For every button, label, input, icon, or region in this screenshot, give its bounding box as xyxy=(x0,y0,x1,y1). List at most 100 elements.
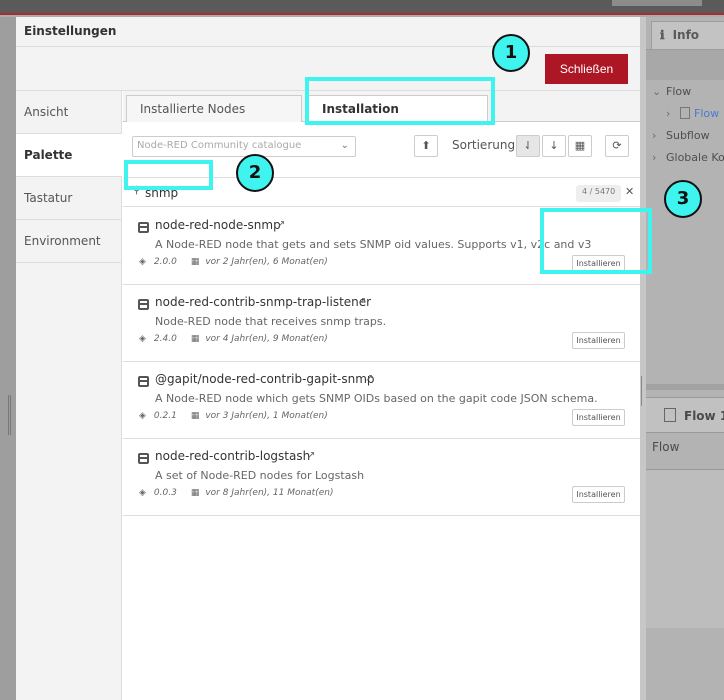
tree-item-label: Globale Ko xyxy=(666,151,724,164)
tab-info[interactable]: ℹ Info xyxy=(651,21,724,49)
chevron-right-icon: › xyxy=(652,151,657,164)
resize-handle[interactable] xyxy=(641,376,644,406)
tree-item-flow-1[interactable]: › Flow xyxy=(646,102,724,124)
tree-item-subflow[interactable]: › Subflow xyxy=(646,124,724,146)
info-sidebar: ℹ Info ⌄ Flow › Flow › Subflow › Globale Ko F… xyxy=(646,17,724,700)
tag-icon: ◈ xyxy=(139,334,146,344)
tab-info-label: Info xyxy=(672,28,700,42)
package-name: @gapit/node-red-contrib-gapit-snmp xyxy=(155,372,375,386)
calendar-icon: ▦ xyxy=(574,139,586,152)
install-button[interactable]: Installieren xyxy=(572,332,625,349)
cube-icon xyxy=(138,376,149,387)
section-title-label: Flow 1 xyxy=(684,409,724,423)
cube-icon xyxy=(138,453,149,464)
close-button[interactable]: Schließen xyxy=(545,54,628,84)
sort-alpha-icon: ↓ xyxy=(549,139,559,152)
list-item: node-red-contrib-logstash ↗ A set of Nod… xyxy=(123,439,640,516)
cube-icon xyxy=(138,299,149,310)
package-description: A Node-RED node that gets and sets SNMP … xyxy=(155,238,592,251)
package-name: node-red-contrib-snmp-trap-listener xyxy=(155,295,372,309)
package-name: node-red-node-snmp xyxy=(155,218,281,232)
install-button[interactable]: Installieren xyxy=(572,486,625,503)
calendar-icon: ▦ xyxy=(190,334,200,344)
step-badge-1: 1 xyxy=(492,34,530,72)
info-icon: ℹ xyxy=(660,28,665,42)
tag-icon: ◈ xyxy=(139,488,146,498)
step-badge-3: 3 xyxy=(664,180,702,218)
catalog-select[interactable]: Node-RED Community catalogue ⌄ xyxy=(132,136,356,157)
dialog-resize-edge xyxy=(639,17,646,700)
sidebar-item-ansicht[interactable]: Ansicht xyxy=(16,91,121,134)
tree-item-global[interactable]: › Globale Ko xyxy=(646,146,724,168)
sort-date-button[interactable]: ▦ xyxy=(568,135,592,157)
sidebar-item-environment[interactable]: Environment xyxy=(16,220,121,263)
highlight-install-button xyxy=(540,208,652,274)
flow-icon xyxy=(680,107,690,119)
package-version: 0.2.1 xyxy=(153,411,177,421)
sort-amount-icon: ⇃ xyxy=(523,139,533,152)
chevron-right-icon: › xyxy=(666,107,671,120)
package-updated: vor 4 Jahr(en), 9 Monat(en) xyxy=(205,334,328,344)
info-splitter[interactable] xyxy=(646,384,724,390)
tree-item-label: Subflow xyxy=(666,129,710,142)
external-link-icon[interactable]: ↗ xyxy=(358,296,366,307)
package-meta: ◈ 0.2.1 ▦ vor 3 Jahr(en), 1 Monat(en) xyxy=(139,411,328,421)
tree-item-flow[interactable]: ⌄ Flow xyxy=(646,80,724,102)
chevron-down-icon: ⌄ xyxy=(340,140,349,151)
header-deploy-area xyxy=(612,0,702,6)
package-updated: vor 2 Jahr(en), 6 Monat(en) xyxy=(205,257,328,267)
result-count: 4 / 5470 xyxy=(576,185,622,202)
tag-icon: ◈ xyxy=(139,411,146,421)
refresh-icon: ⟳ xyxy=(612,139,622,152)
tree-item-label: Flow xyxy=(694,107,720,120)
package-description: A set of Node-RED nodes for Logstash xyxy=(155,469,365,482)
external-link-icon[interactable]: ↗ xyxy=(277,219,285,230)
sort-alpha-button[interactable]: ↓ xyxy=(542,135,566,157)
package-name: node-red-contrib-logstash xyxy=(155,449,311,463)
package-updated: vor 8 Jahr(en), 11 Monat(en) xyxy=(205,488,334,498)
external-link-icon[interactable]: ↗ xyxy=(307,450,315,461)
highlight-search xyxy=(124,160,213,190)
workspace-left-edge xyxy=(0,17,16,700)
calendar-icon: ▦ xyxy=(190,257,200,267)
package-version: 2.0.0 xyxy=(153,257,177,267)
calendar-icon: ▦ xyxy=(190,411,200,421)
chevron-right-icon: › xyxy=(652,129,657,142)
package-description: A Node-RED node which gets SNMP OIDs bas… xyxy=(155,392,598,405)
dialog-title: Einstellungen xyxy=(16,17,640,47)
editor-header xyxy=(0,0,724,15)
package-description: Node-RED node that receives snmp traps. xyxy=(155,315,387,328)
info-tree: ⌄ Flow › Flow › Subflow › Globale Ko xyxy=(646,80,724,168)
tab-installed-nodes[interactable]: Installierte Nodes xyxy=(126,95,302,122)
tag-icon: ◈ xyxy=(139,257,146,267)
info-flow-row: Flow xyxy=(646,434,724,470)
chevron-down-icon: ⌄ xyxy=(652,85,662,98)
settings-sidebar: Ansicht Palette Tastatur Environment xyxy=(16,91,122,700)
calendar-icon: ▦ xyxy=(190,488,200,498)
package-version: 2.4.0 xyxy=(153,334,177,344)
sort-relevance-button[interactable]: ⇃ xyxy=(516,135,540,157)
upload-icon: ⬆ xyxy=(421,139,431,152)
cube-icon xyxy=(138,222,149,233)
catalog-select-value: Node-RED Community catalogue xyxy=(137,140,302,151)
tree-item-label: Flow xyxy=(666,85,692,98)
sidebar-item-palette[interactable]: Palette xyxy=(16,134,122,177)
package-updated: vor 3 Jahr(en), 1 Monat(en) xyxy=(205,411,328,421)
package-meta: ◈ 0.0.3 ▦ vor 8 Jahr(en), 11 Monat(en) xyxy=(139,488,333,498)
sort-label: Sortierung: xyxy=(452,138,520,152)
refresh-button[interactable]: ⟳ xyxy=(605,135,629,157)
package-version: 0.0.3 xyxy=(153,488,177,498)
list-item: node-red-contrib-snmp-trap-listener ↗ No… xyxy=(123,285,640,362)
package-meta: ◈ 2.4.0 ▦ vor 4 Jahr(en), 9 Monat(en) xyxy=(139,334,328,344)
resize-handle[interactable] xyxy=(8,395,11,435)
upload-button[interactable]: ⬆ xyxy=(414,135,438,157)
install-button[interactable]: Installieren xyxy=(572,409,625,426)
sidebar-item-tastatur[interactable]: Tastatur xyxy=(16,177,121,220)
info-toolbar xyxy=(646,50,724,80)
external-link-icon[interactable]: ↗ xyxy=(365,373,373,384)
step-badge-2: 2 xyxy=(236,154,274,192)
clear-icon[interactable]: ✕ xyxy=(625,185,634,198)
info-section-title: Flow 1 xyxy=(646,397,724,433)
info-details xyxy=(646,470,724,628)
package-meta: ◈ 2.0.0 ▦ vor 2 Jahr(en), 6 Monat(en) xyxy=(139,257,328,267)
